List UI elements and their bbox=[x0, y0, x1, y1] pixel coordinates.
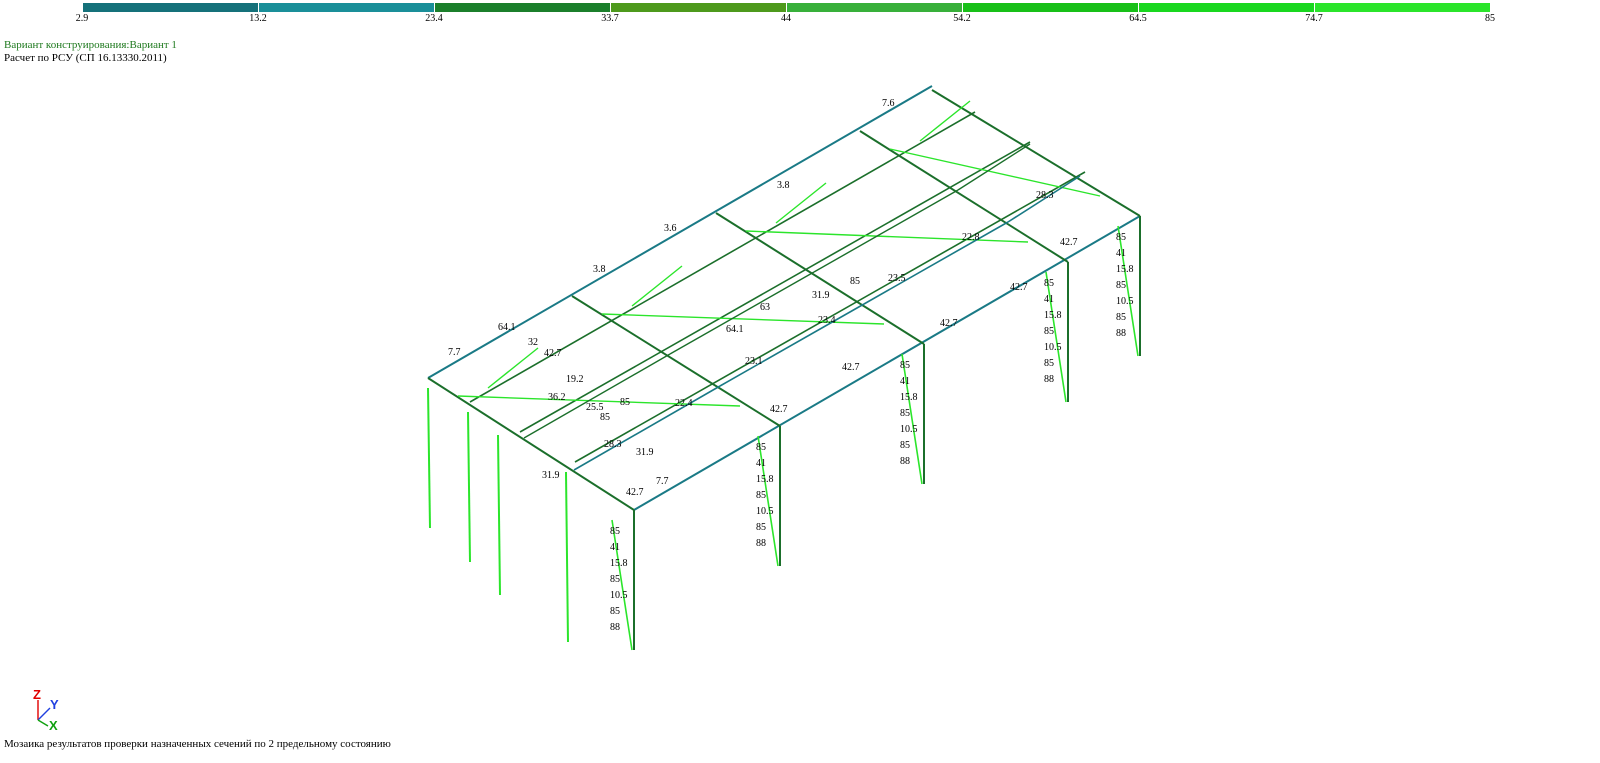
member-value-label: 41 bbox=[756, 458, 766, 469]
member-value-label: 85 bbox=[600, 412, 610, 423]
member-value-label: 10.5 bbox=[1044, 342, 1062, 353]
member-value-label: 88 bbox=[1044, 374, 1054, 385]
member-value-label: 42.7 bbox=[544, 348, 562, 359]
member-value-label: 42.7 bbox=[842, 362, 860, 373]
member-value-label: 85 bbox=[610, 526, 620, 537]
member-value-label: 10.5 bbox=[900, 424, 918, 435]
ridge-beam bbox=[427, 85, 933, 379]
crossbar bbox=[719, 303, 865, 387]
roof-brace bbox=[631, 265, 683, 307]
member-value-label: 31.9 bbox=[636, 447, 654, 458]
member-value-label: 22.8 bbox=[962, 232, 980, 243]
axes-icon: Z Y X bbox=[33, 687, 59, 732]
member-value-label: 85 bbox=[756, 522, 766, 533]
member-value-label: 15.8 bbox=[1044, 310, 1062, 321]
member-value-label: 88 bbox=[610, 622, 620, 633]
member-value-label: 88 bbox=[756, 538, 766, 549]
member-value-label: 88 bbox=[1116, 328, 1126, 339]
member-value-label: 15.8 bbox=[756, 474, 774, 485]
member-value-label: 41 bbox=[1116, 248, 1126, 259]
member-value-label: 7.7 bbox=[656, 476, 669, 487]
roof-brace bbox=[745, 230, 1029, 243]
member-value-label: 85 bbox=[900, 440, 910, 451]
member-value-label: 85 bbox=[1044, 326, 1054, 337]
member-value-label: 36.2 bbox=[548, 392, 566, 403]
member-value-label: 31.9 bbox=[812, 290, 830, 301]
member-value-label: 85 bbox=[1116, 280, 1126, 291]
member-value-label: 41 bbox=[1044, 294, 1054, 305]
roof-brace bbox=[919, 100, 971, 142]
axis-y-label: Y bbox=[50, 697, 59, 712]
member-value-label: 41 bbox=[900, 376, 910, 387]
member-value-label: 23.4 bbox=[818, 315, 836, 326]
axis-x-label: X bbox=[49, 718, 58, 732]
member-value-label: 42.7 bbox=[1060, 237, 1078, 248]
member-value-label: 85 bbox=[900, 408, 910, 419]
member-value-label: 23.5 bbox=[888, 273, 906, 284]
member-value-label: 42.7 bbox=[770, 404, 788, 415]
member-value-label: 85 bbox=[1044, 278, 1054, 289]
member-value-label: 10.5 bbox=[756, 506, 774, 517]
member-value-label: 85 bbox=[756, 490, 766, 501]
member-value-label: 7.6 bbox=[882, 98, 895, 109]
member-value-label: 10.5 bbox=[610, 590, 628, 601]
column bbox=[427, 387, 431, 529]
member-value-label: 88 bbox=[900, 456, 910, 467]
member-value-label: 42.7 bbox=[626, 487, 644, 498]
member-value-label: 15.8 bbox=[610, 558, 628, 569]
purlin bbox=[519, 141, 1031, 433]
member-value-label: 42.7 bbox=[940, 318, 958, 329]
member-value-label: 64.1 bbox=[498, 322, 516, 333]
member-value-label: 85 bbox=[850, 276, 860, 287]
member-value-label: 15.8 bbox=[900, 392, 918, 403]
structural-frame-mosaic: 7.6 3.8 3.6 3.8 7.7 42.7 28.3 31.9 31.9 42.7 7.7 22… bbox=[427, 85, 1141, 651]
member-value-label: 85 bbox=[756, 442, 766, 453]
roof-brace bbox=[601, 313, 885, 325]
member-value-label: 85 bbox=[1116, 312, 1126, 323]
member-value-label: 15.8 bbox=[1116, 264, 1134, 275]
member-value-label: 42.7 bbox=[1010, 282, 1028, 293]
member-value-label: 3.8 bbox=[593, 264, 606, 275]
member-value-label: 22.4 bbox=[675, 398, 693, 409]
column bbox=[497, 434, 501, 596]
member-value-label: 10.5 bbox=[1116, 296, 1134, 307]
member-value-label: 85 bbox=[620, 397, 630, 408]
crossbar bbox=[669, 271, 815, 355]
column bbox=[565, 471, 569, 643]
axis-z-label: Z bbox=[33, 687, 41, 702]
column bbox=[467, 411, 471, 563]
result-caption: Мозаика результатов проверки назначенных… bbox=[4, 738, 391, 750]
member-value-label: 85 bbox=[1116, 232, 1126, 243]
crossbar bbox=[863, 221, 1009, 305]
member-value-label: 85 bbox=[1044, 358, 1054, 369]
member-value-label: 28.3 bbox=[1036, 190, 1054, 201]
member-value-label: 7.7 bbox=[448, 347, 461, 358]
crossbar bbox=[523, 353, 671, 439]
member-value-label: 64.1 bbox=[726, 324, 744, 335]
member-value-label: 23.1 bbox=[745, 356, 763, 367]
member-value-label: 85 bbox=[900, 360, 910, 371]
member-value-label: 85 bbox=[610, 606, 620, 617]
member-value-label: 3.6 bbox=[664, 223, 677, 234]
member-value-label: 85 bbox=[610, 574, 620, 585]
member-value-label: 3.8 bbox=[777, 180, 790, 191]
member-value-label: 41 bbox=[610, 542, 620, 553]
member-value-label: 63 bbox=[760, 302, 770, 313]
member-value-label: 31.9 bbox=[542, 470, 560, 481]
member-value-label: 19.2 bbox=[566, 374, 584, 385]
member-value-label: 32 bbox=[528, 337, 538, 348]
member-value-label: 28.3 bbox=[604, 439, 622, 450]
crossbar bbox=[813, 189, 959, 273]
